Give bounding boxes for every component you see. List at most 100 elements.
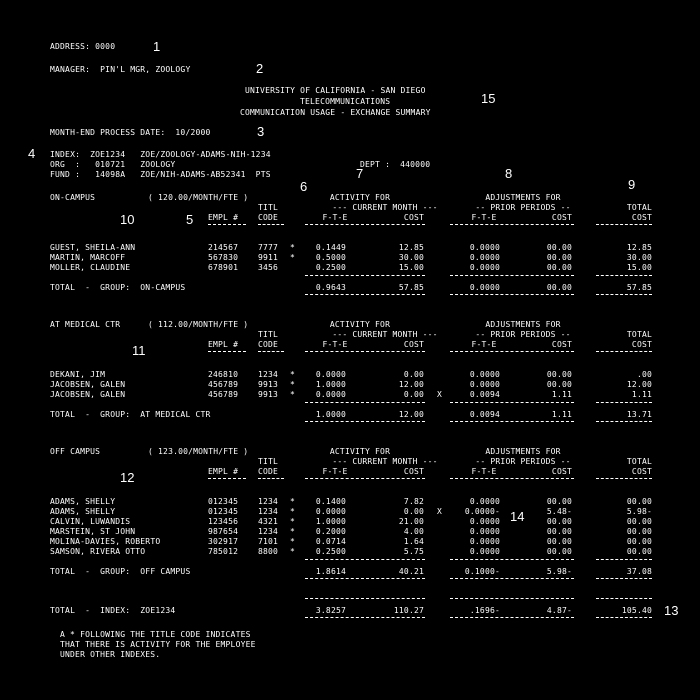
header-adj-fte: F-T-E bbox=[471, 213, 497, 222]
header-title-code: TITL bbox=[258, 203, 279, 212]
process-date-line: MONTH-END PROCESS DATE: 10/2000 bbox=[50, 128, 211, 137]
marker-7: 7 bbox=[356, 166, 364, 181]
activity-flag: * bbox=[290, 497, 296, 506]
header-total-cost: COST bbox=[631, 340, 652, 349]
group-rate: ( 123.00/MONTH/FTE ) bbox=[148, 447, 249, 456]
org-line: ORG : 010721 ZOOLOGY bbox=[50, 160, 176, 169]
header-prior-periods: -- PRIOR PERIODS -- bbox=[475, 330, 571, 339]
header-empl-number: EMPL # bbox=[208, 213, 239, 222]
title-code: 9913 bbox=[258, 390, 279, 399]
total-cost-value: 00.00 bbox=[626, 537, 652, 546]
underline bbox=[208, 478, 246, 479]
adj-fte-value: 0.0000 bbox=[469, 380, 500, 389]
activity-flag: * bbox=[290, 253, 296, 262]
header-adjustments-for: ADJUSTMENTS FOR bbox=[485, 320, 561, 329]
activity-flag: * bbox=[290, 537, 296, 546]
employee-name: GUEST, SHEILA-ANN bbox=[50, 243, 136, 252]
fte-value: 0.0714 bbox=[315, 537, 346, 546]
title-code: 1234 bbox=[258, 507, 279, 516]
header-adj-fte: F-T-E bbox=[471, 340, 497, 349]
title-code: 7777 bbox=[258, 243, 279, 252]
index-rule bbox=[596, 617, 652, 618]
group-total-cost: 12.00 bbox=[398, 410, 424, 419]
employee-name: JACOBSEN, GALEN bbox=[50, 380, 126, 389]
employee-name: DEKANI, JIM bbox=[50, 370, 106, 379]
group-rate: ( 112.00/MONTH/FTE ) bbox=[148, 320, 249, 329]
report-subtitle: TELECOMMUNICATIONS bbox=[300, 97, 391, 106]
fte-value: 0.0000 bbox=[315, 370, 346, 379]
index-rule bbox=[305, 617, 425, 618]
group-total-adj-cost: 1.11 bbox=[551, 410, 572, 419]
dept-line: DEPT : 440000 bbox=[360, 160, 431, 169]
adj-fte-value: 0.0000 bbox=[469, 370, 500, 379]
header-total-cost: COST bbox=[631, 213, 652, 222]
group-total-label: TOTAL - GROUP: OFF CAMPUS bbox=[50, 567, 191, 576]
marker-8: 8 bbox=[505, 166, 513, 181]
employee-number: 012345 bbox=[208, 497, 239, 506]
subtotal-rule bbox=[450, 559, 574, 560]
total-cost-value: 00.00 bbox=[626, 527, 652, 536]
total-cost-value: 12.85 bbox=[626, 243, 652, 252]
marker-5: 5 bbox=[186, 212, 194, 227]
employee-number: 302917 bbox=[208, 537, 239, 546]
underline bbox=[450, 478, 574, 479]
group-total-total: 13.71 bbox=[626, 410, 652, 419]
group-total-fte: 1.8614 bbox=[315, 567, 346, 576]
activity-flag: * bbox=[290, 370, 296, 379]
underline bbox=[596, 224, 652, 225]
employee-name: ADAMS, SHELLY bbox=[50, 507, 116, 516]
adj-cost-value: 00.00 bbox=[546, 370, 572, 379]
employee-number: 567830 bbox=[208, 253, 239, 262]
underline bbox=[450, 351, 574, 352]
header-adj-fte: F-T-E bbox=[471, 467, 497, 476]
title-code: 1234 bbox=[258, 370, 279, 379]
total-rule bbox=[450, 578, 574, 579]
fte-value: 0.0000 bbox=[315, 390, 346, 399]
adj-cost-value: 00.00 bbox=[546, 263, 572, 272]
employee-name: ADAMS, SHELLY bbox=[50, 497, 116, 506]
footnote-line: A * FOLLOWING THE TITLE CODE INDICATES bbox=[60, 630, 251, 639]
group-total-cost: 57.85 bbox=[398, 283, 424, 292]
marker-6: 6 bbox=[300, 179, 308, 194]
total-rule bbox=[596, 421, 652, 422]
employee-number: 246810 bbox=[208, 370, 239, 379]
cost-value: 12.00 bbox=[398, 380, 424, 389]
header-total: TOTAL bbox=[626, 330, 652, 339]
activity-flag: * bbox=[290, 547, 296, 556]
underline bbox=[208, 351, 246, 352]
cost-value: 15.00 bbox=[398, 263, 424, 272]
header-current-month: --- CURRENT MONTH --- bbox=[332, 330, 438, 339]
underline bbox=[305, 351, 425, 352]
title-code: 9911 bbox=[258, 253, 279, 262]
header-adj-cost: COST bbox=[551, 340, 572, 349]
underline bbox=[305, 224, 425, 225]
header-empl-number: EMPL # bbox=[208, 467, 239, 476]
header-title-code: TITL bbox=[258, 330, 279, 339]
total-rule bbox=[305, 294, 425, 295]
fte-value: 0.1449 bbox=[315, 243, 346, 252]
activity-flag: * bbox=[290, 243, 296, 252]
group-rate: ( 120.00/MONTH/FTE ) bbox=[148, 193, 249, 202]
footnote-line: UNDER OTHER INDEXES. bbox=[60, 650, 161, 659]
fte-value: 0.5000 bbox=[315, 253, 346, 262]
header-code: CODE bbox=[258, 340, 279, 349]
adj-cost-value: 00.00 bbox=[546, 527, 572, 536]
header-adjustments-for: ADJUSTMENTS FOR bbox=[485, 193, 561, 202]
header-title-code: TITL bbox=[258, 457, 279, 466]
marker-11: 11 bbox=[132, 343, 146, 358]
title-code: 4321 bbox=[258, 517, 279, 526]
report-page: ADDRESS: 0000 MANAGER: PIN'L MGR, ZOOLOG… bbox=[0, 0, 700, 700]
group-total-fte: 0.9643 bbox=[315, 283, 346, 292]
employee-number: 214567 bbox=[208, 243, 239, 252]
cost-value: 12.85 bbox=[398, 243, 424, 252]
header-total: TOTAL bbox=[626, 203, 652, 212]
header-fte: F-T-E bbox=[322, 213, 348, 222]
underline bbox=[305, 478, 425, 479]
marker-9: 9 bbox=[628, 177, 636, 192]
fund-line: FUND : 14098A ZOE/NIH-ADAMS-AB52341 PTS bbox=[50, 170, 271, 179]
header-fte: F-T-E bbox=[322, 340, 348, 349]
total-rule bbox=[305, 578, 425, 579]
index-total-adj-cost: 4.87- bbox=[546, 606, 572, 615]
title-code: 1234 bbox=[258, 497, 279, 506]
total-cost-value: 30.00 bbox=[626, 253, 652, 262]
